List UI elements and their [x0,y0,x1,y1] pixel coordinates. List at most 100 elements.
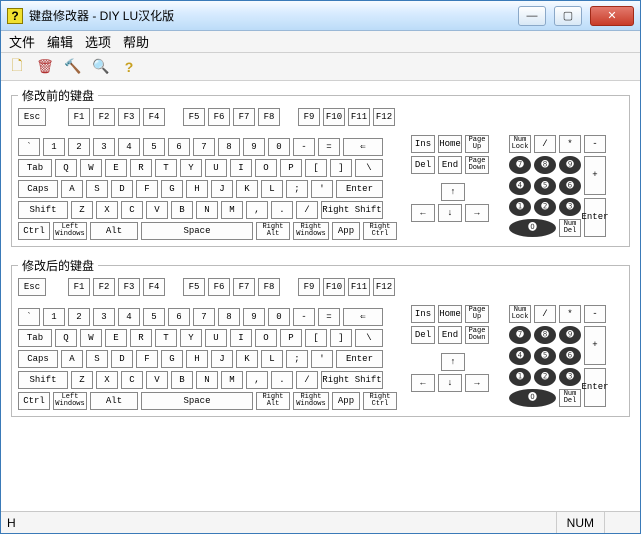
key-p[interactable]: P [280,329,302,347]
key-x[interactable]: X [96,371,118,389]
key-e[interactable]: E [105,329,127,347]
maximize-button[interactable]: ▢ [554,6,582,26]
key-end[interactable]: End [438,156,462,174]
key-f9[interactable]: F9 [298,278,320,296]
key-lshift[interactable]: Shift [18,371,68,389]
key-ins[interactable]: Ins [411,305,435,323]
key-ralt[interactable]: RightAlt [256,222,290,240]
key-home[interactable]: Home [438,135,462,153]
key-f12[interactable]: F12 [373,108,395,126]
key-np0[interactable]: ⓿ [509,389,556,407]
key-x[interactable]: X [96,201,118,219]
key-f6[interactable]: F6 [208,108,230,126]
key-n5[interactable]: 5 [143,138,165,156]
tool-delete-icon[interactable]: 🗑 [35,57,55,77]
key-np4[interactable]: ➍ [509,347,531,365]
key-left[interactable]: ← [411,374,435,392]
key-n2[interactable]: 2 [68,308,90,326]
key-np5[interactable]: ➎ [534,347,556,365]
key-down[interactable]: ↓ [438,204,462,222]
key-nn[interactable]: N [196,371,218,389]
key-c[interactable]: C [121,371,143,389]
key-n8[interactable]: 8 [218,138,240,156]
key-w[interactable]: W [80,329,102,347]
key-f10[interactable]: F10 [323,108,345,126]
key-f[interactable]: F [136,180,158,198]
key-rctrl[interactable]: RightCtrl [363,392,397,410]
key-rwin[interactable]: RightWindows [293,222,329,240]
key-np1[interactable]: ➊ [509,198,531,216]
key-slash[interactable]: / [296,201,318,219]
key-space[interactable]: Space [141,222,253,240]
key-lctrl[interactable]: Ctrl [18,222,50,240]
key-comma[interactable]: , [246,371,268,389]
key-u[interactable]: U [205,159,227,177]
key-pgup[interactable]: PageUp [465,135,489,153]
key-q[interactable]: Q [55,329,77,347]
key-h[interactable]: H [186,180,208,198]
key-tab[interactable]: Tab [18,329,52,347]
key-tilde[interactable]: ` [18,308,40,326]
key-o[interactable]: O [255,329,277,347]
key-f8[interactable]: F8 [258,108,280,126]
key-n3[interactable]: 3 [93,138,115,156]
key-caps[interactable]: Caps [18,350,58,368]
key-bslash[interactable]: \ [355,159,383,177]
key-semi[interactable]: ; [286,350,308,368]
key-f3[interactable]: F3 [118,278,140,296]
key-g[interactable]: G [161,350,183,368]
key-npsub[interactable]: - [584,305,606,323]
key-pgdn[interactable]: PageDown [465,326,489,344]
key-npadd[interactable]: + [584,326,606,365]
key-a[interactable]: A [61,350,83,368]
key-back[interactable]: ⇐ [343,138,383,156]
key-n8[interactable]: 8 [218,308,240,326]
key-f4[interactable]: F4 [143,108,165,126]
key-m[interactable]: M [221,371,243,389]
key-up[interactable]: ↑ [441,183,465,201]
key-np7[interactable]: ➐ [509,156,531,174]
key-rshift[interactable]: Right Shift [321,201,383,219]
key-u[interactable]: U [205,329,227,347]
key-ins[interactable]: Ins [411,135,435,153]
key-k[interactable]: K [236,180,258,198]
key-down[interactable]: ↓ [438,374,462,392]
key-f2[interactable]: F2 [93,108,115,126]
key-numlk[interactable]: NumLock [509,135,531,153]
key-r[interactable]: R [130,159,152,177]
key-f6[interactable]: F6 [208,278,230,296]
key-z[interactable]: Z [71,201,93,219]
key-quote[interactable]: ' [311,350,333,368]
key-np5[interactable]: ➎ [534,177,556,195]
key-e[interactable]: E [105,159,127,177]
key-r[interactable]: R [130,329,152,347]
menu-edit[interactable]: 编辑 [47,32,73,51]
key-rctrl[interactable]: RightCtrl [363,222,397,240]
key-f8[interactable]: F8 [258,278,280,296]
key-minus[interactable]: - [293,138,315,156]
key-npent[interactable]: Enter [584,198,606,237]
key-f11[interactable]: F11 [348,108,370,126]
key-pgup[interactable]: PageUp [465,305,489,323]
key-npent[interactable]: Enter [584,368,606,407]
key-n9[interactable]: 9 [243,308,265,326]
key-caps[interactable]: Caps [18,180,58,198]
key-pgdn[interactable]: PageDown [465,156,489,174]
key-i[interactable]: I [230,159,252,177]
key-lshift[interactable]: Shift [18,201,68,219]
key-np2[interactable]: ➋ [534,198,556,216]
key-l[interactable]: L [261,350,283,368]
key-app[interactable]: App [332,222,360,240]
key-n7[interactable]: 7 [193,138,215,156]
key-np3[interactable]: ➌ [559,368,581,386]
key-h[interactable]: H [186,350,208,368]
key-right[interactable]: → [465,204,489,222]
key-enter[interactable]: Enter [336,350,383,368]
key-q[interactable]: Q [55,159,77,177]
key-period[interactable]: . [271,371,293,389]
key-b[interactable]: B [171,201,193,219]
key-right[interactable]: → [465,374,489,392]
key-l[interactable]: L [261,180,283,198]
key-np8[interactable]: ➑ [534,156,556,174]
key-rb[interactable]: ] [330,329,352,347]
